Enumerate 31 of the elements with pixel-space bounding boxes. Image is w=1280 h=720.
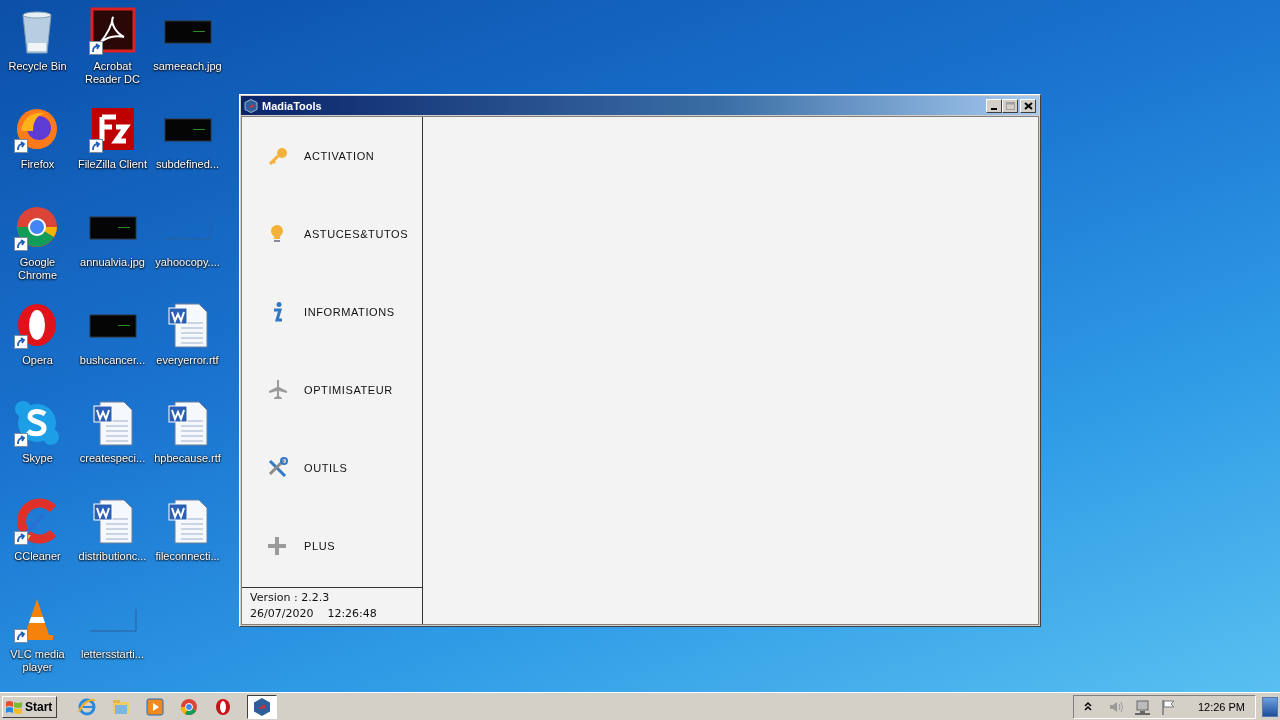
chrome-browser-icon bbox=[179, 696, 200, 717]
close-button[interactable] bbox=[1020, 98, 1036, 113]
menu-item[interactable]: OUTILS bbox=[242, 429, 422, 507]
info-icon bbox=[271, 302, 283, 322]
minimize-icon bbox=[991, 107, 997, 110]
close-icon bbox=[1023, 101, 1033, 110]
menu-item[interactable]: INFORMATIONS bbox=[242, 273, 422, 351]
show-desktop-button[interactable] bbox=[1262, 696, 1278, 717]
hexagon-app-icon bbox=[244, 98, 258, 113]
version-text: Version : 2.2.3 bbox=[250, 591, 331, 604]
menu-item[interactable]: ACTIVATION bbox=[242, 117, 422, 195]
window-title: MadiaTools bbox=[262, 99, 323, 112]
airplane-icon bbox=[266, 379, 288, 401]
minimize-button[interactable] bbox=[986, 98, 1002, 113]
network-icon[interactable] bbox=[1133, 697, 1152, 716]
date-text: 26/07/2020 bbox=[250, 607, 314, 620]
time-text: 12:26:48 bbox=[327, 607, 377, 620]
clock-text: 12:26 PM bbox=[1197, 700, 1245, 713]
ie-browser-icon bbox=[77, 696, 98, 717]
hexagon-app-icon bbox=[252, 696, 273, 717]
plus-icon bbox=[266, 535, 288, 557]
media-player-icon bbox=[145, 696, 166, 717]
menu-item[interactable]: ASTUCES&TUTOS bbox=[242, 195, 422, 273]
key-icon bbox=[266, 145, 288, 167]
maximize-icon bbox=[1005, 101, 1015, 110]
menu-item[interactable]: OPTIMISATEUR bbox=[242, 351, 422, 429]
menu-item[interactable]: PLUS bbox=[242, 507, 422, 585]
start-button[interactable]: Start bbox=[2, 695, 58, 718]
windows-logo-icon bbox=[5, 698, 23, 715]
wrench-screwdriver-icon bbox=[266, 457, 288, 479]
taskbar-button[interactable] bbox=[247, 694, 278, 719]
